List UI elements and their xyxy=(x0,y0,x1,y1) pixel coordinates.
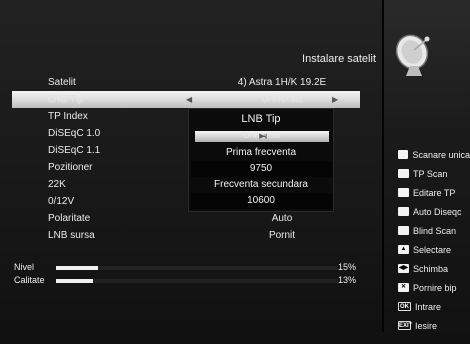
ok-key-icon: OK xyxy=(398,302,411,311)
legend-pornire-bip[interactable]: ✕ Pornire bip xyxy=(398,278,470,297)
key-legend: Scanare unica TP Scan Editare TP Auto Di… xyxy=(398,145,470,335)
legend-label: Pornire bip xyxy=(413,282,457,293)
signal-meters: Nivel 15% Calitate 13% xyxy=(0,262,382,288)
screen: Instalare satelit Satelit 4) Astra 1H/K … xyxy=(0,0,470,344)
white-key-icon xyxy=(398,207,409,216)
row-label: TP Index xyxy=(48,111,88,122)
exit-key-icon: EXIT xyxy=(398,321,413,330)
lnb-type-popup: LNB Tip ◀ Universal ▶ Prima frecventa 97… xyxy=(188,108,334,212)
speaker-mute-icon: ✕ xyxy=(398,283,409,292)
up-down-arrows-icon: ▲ xyxy=(398,245,409,254)
row-value: Pornit xyxy=(268,230,296,241)
signal-level-meter: Nivel 15% xyxy=(0,262,382,275)
row-value: 4) Astra 1H/K 19.2E xyxy=(237,77,327,88)
arrow-left-icon[interactable]: ◀ xyxy=(186,95,192,104)
first-frequency-value: 9750 xyxy=(249,163,273,174)
arrow-right-icon[interactable]: ▶ xyxy=(195,132,329,140)
legend-label: Auto Diseqc xyxy=(413,206,462,217)
legend-editare-tp[interactable]: Editare TP xyxy=(398,183,470,202)
row-label: LNB Tip xyxy=(48,94,84,105)
white-key-icon xyxy=(398,150,409,159)
legend-tp-scan[interactable]: TP Scan xyxy=(398,164,470,183)
row-label: Polaritate xyxy=(48,213,91,224)
legend-intrare[interactable]: OK Intrare xyxy=(398,297,470,316)
row-label: 22K xyxy=(48,179,66,190)
meter-label: Nivel xyxy=(14,262,35,272)
row-value: Auto xyxy=(271,213,293,224)
row-label: 0/12V xyxy=(48,196,75,207)
row-label: Satelit xyxy=(48,77,76,88)
row-lnb-sursa[interactable]: LNB sursa Pornit xyxy=(12,227,360,244)
second-frequency-label: Frecventa secundara xyxy=(214,179,308,190)
legend-label: Iesire xyxy=(415,320,438,331)
meter-percent: 13% xyxy=(338,275,357,285)
popup-title: LNB Tip xyxy=(241,113,281,125)
row-satelit[interactable]: Satelit 4) Astra 1H/K 19.2E xyxy=(12,74,360,91)
left-right-arrows-icon: ◀▶ xyxy=(398,264,409,273)
meter-track xyxy=(56,279,338,283)
row-label: DiSEqC 1.0 xyxy=(48,128,101,139)
legend-auto-diseqc[interactable]: Auto Diseqc xyxy=(398,202,470,221)
legend-label: Intrare xyxy=(415,301,442,312)
row-label: DiSEqC 1.1 xyxy=(48,145,101,156)
legend-blind-scan[interactable]: Blind Scan xyxy=(398,221,470,240)
meter-fill xyxy=(56,266,99,270)
arrow-right-icon[interactable]: ▶ xyxy=(332,95,338,104)
meter-percent: 15% xyxy=(338,262,357,272)
white-key-icon xyxy=(398,188,409,197)
row-label: Pozitioner xyxy=(48,162,93,173)
white-key-icon xyxy=(398,226,409,235)
legend-schimba[interactable]: ◀▶ Schimba xyxy=(398,259,470,278)
legend-label: Selectare xyxy=(413,244,452,255)
legend-label: TP Scan xyxy=(413,168,448,179)
legend-label: Editare TP xyxy=(413,187,456,198)
lnb-type-selector[interactable]: ◀ Universal ▶ xyxy=(195,130,329,142)
legend-scanare-unica[interactable]: Scanare unica xyxy=(398,145,470,164)
row-label: LNB sursa xyxy=(48,230,95,241)
legend-label: Scanare unica xyxy=(412,149,470,160)
row-value: Universal xyxy=(261,94,303,105)
row-lnb-tip[interactable]: LNB Tip ◀ Universal ▶ xyxy=(12,91,360,108)
meter-track xyxy=(56,266,338,270)
signal-quality-meter: Calitate 13% xyxy=(0,275,382,288)
first-frequency-label: Prima frecventa xyxy=(225,147,297,158)
satellite-dish-icon xyxy=(395,34,430,76)
legend-label: Schimba xyxy=(413,263,449,274)
bottom-bar xyxy=(0,332,470,344)
legend-label: Blind Scan xyxy=(413,225,457,236)
white-key-icon xyxy=(398,169,409,178)
legend-selectare[interactable]: ▲ Selectare xyxy=(398,240,470,259)
second-frequency-value: 10600 xyxy=(247,195,275,206)
meter-label: Calitate xyxy=(14,275,45,285)
page-title: Instalare satelit xyxy=(302,53,376,65)
meter-fill xyxy=(56,279,93,283)
row-polaritate[interactable]: Polaritate Auto xyxy=(12,210,360,227)
